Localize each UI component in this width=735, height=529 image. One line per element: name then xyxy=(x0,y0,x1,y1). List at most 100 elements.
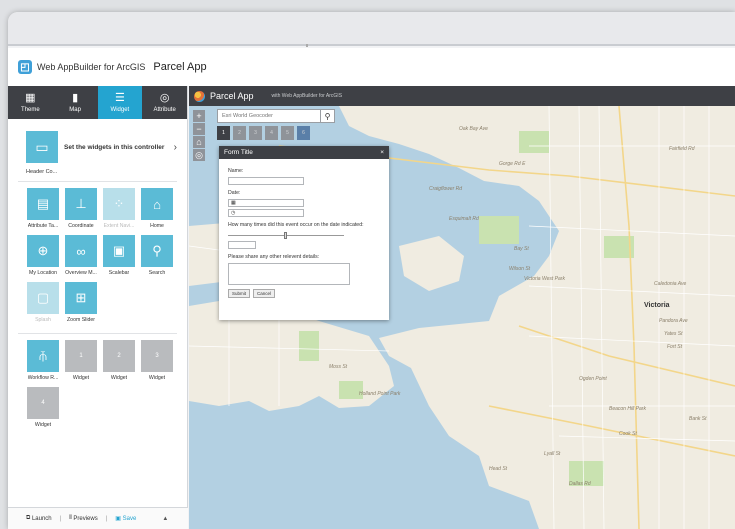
search-button[interactable]: ⚲ xyxy=(320,110,334,122)
placeholder-tab[interactable]: 1 xyxy=(217,126,230,140)
time-field[interactable]: ◷ xyxy=(228,209,304,217)
name-field[interactable] xyxy=(228,177,304,185)
zoom-slider-icon: ⊞ xyxy=(65,282,97,314)
form-header: Form Title × xyxy=(219,146,389,159)
submit-button[interactable]: Submit xyxy=(228,289,251,298)
clock-icon: ◷ xyxy=(231,210,236,216)
tab-widget[interactable]: ☰ Widget xyxy=(97,86,143,119)
map-label: Gorge Rd E xyxy=(499,161,526,167)
widget-workflow[interactable]: ⫚ Workflow R... xyxy=(24,340,62,385)
divider: | xyxy=(105,515,108,522)
launch-button[interactable]: ⧉ Launch xyxy=(26,515,52,522)
app-name: Parcel App xyxy=(153,61,207,73)
map-view[interactable]: + − ⌂ ◎ ⚲ 1 2 3 4 5 6 Oak Bay Ave Gorge … xyxy=(189,106,735,529)
map-label: Caledonia Ave xyxy=(654,281,687,287)
details-textarea[interactable] xyxy=(228,263,350,285)
theme-icon: ▦ xyxy=(25,92,36,104)
zoom-in-button[interactable]: + xyxy=(193,110,205,122)
placeholder-tab[interactable]: 6 xyxy=(297,126,310,140)
placeholder-tab[interactable]: 2 xyxy=(233,126,246,140)
details-label: Please share any other relevent details: xyxy=(228,254,320,260)
count-value-field[interactable] xyxy=(228,241,256,249)
divider: | xyxy=(59,515,62,522)
splash-icon: ▢ xyxy=(27,282,59,314)
calendar-icon: ▦ xyxy=(231,200,236,206)
builder-title: Web AppBuilder for ArcGIS xyxy=(37,62,146,72)
browser-top xyxy=(8,12,735,47)
widget-scalebar[interactable]: ▣ Scalebar xyxy=(100,235,138,280)
binoculars-icon: ∞ xyxy=(65,235,97,267)
map-label: Ogden Point xyxy=(579,376,607,382)
count-slider[interactable] xyxy=(228,231,380,239)
builder-header: ◰ Web AppBuilder for ArcGIS Parcel App xyxy=(8,48,735,86)
geocoder-search: ⚲ xyxy=(217,109,335,123)
app-title: Parcel App xyxy=(210,91,254,101)
widget-search[interactable]: ⚲ Search xyxy=(138,235,176,280)
tab-theme[interactable]: ▦ Theme xyxy=(8,86,53,119)
zoom-out-button[interactable]: − xyxy=(193,123,205,135)
caret-up-icon[interactable]: ▲ xyxy=(162,516,168,522)
map-label: Victoria West Park xyxy=(524,276,565,282)
workflow-icon: ⫚ xyxy=(27,340,59,372)
tab-map[interactable]: ▮ Map xyxy=(52,86,98,119)
divider xyxy=(18,333,177,334)
map-label: Yates St xyxy=(664,331,683,337)
tab-attribute[interactable]: ◎ Attribute xyxy=(142,86,187,119)
app-title-bar: Parcel App with Web AppBuilder for ArcGI… xyxy=(189,86,735,106)
search-input[interactable] xyxy=(218,110,320,122)
my-location-button[interactable]: ◎ xyxy=(193,149,205,161)
save-icon: ▣ xyxy=(115,516,123,522)
chevron-right-icon[interactable]: › xyxy=(174,142,177,153)
placeholder-tab[interactable]: 5 xyxy=(281,126,294,140)
map-label: Beacon Hill Park xyxy=(609,406,646,412)
placeholder-widget-1[interactable]: 1 Widget xyxy=(62,340,100,385)
map-label: Wilson St xyxy=(509,266,531,272)
city-label: Victoria xyxy=(644,302,670,309)
map-label: Bay St xyxy=(514,246,529,252)
date-field[interactable]: ▦ xyxy=(228,199,304,207)
widget-extent-navigate[interactable]: ⁘ Extent Navi... xyxy=(100,188,138,233)
save-button[interactable]: ▣ Save xyxy=(115,515,136,523)
close-icon[interactable]: × xyxy=(380,149,384,156)
home-button[interactable]: ⌂ xyxy=(193,136,205,148)
slider-handle[interactable] xyxy=(284,232,287,239)
builder-tabs: ▦ Theme ▮ Map ☰ Widget ◎ Attribute xyxy=(8,86,187,119)
placeholder-grid: ⫚ Workflow R... 1 Widget 2 Widget 3 Widget 4… xyxy=(8,340,187,432)
extent-icon: ⁘ xyxy=(103,188,135,220)
map-label: Bank St xyxy=(689,416,707,422)
widget-grid: ▤ Attribute Ta... ⊥ Coordinate ⁘ Extent Nav… xyxy=(8,188,187,327)
map-label: Oak Bay Ave xyxy=(459,126,488,132)
placeholder-widget-bar: 1 2 3 4 5 6 xyxy=(217,126,313,140)
map-label: Dallas Rd xyxy=(569,481,591,487)
header-controller-icon[interactable]: ▭ xyxy=(26,131,58,163)
placeholder-tab[interactable]: 4 xyxy=(265,126,278,140)
map-zoom-controls: + − ⌂ ◎ xyxy=(193,110,205,162)
coordinate-icon: ⊥ xyxy=(65,188,97,220)
widget-icon: ☰ xyxy=(114,92,125,104)
app-logo-icon xyxy=(194,90,205,102)
previews-button[interactable]: ⫴ Previews xyxy=(69,515,98,522)
header-controller-row[interactable]: ▭ Set the widgets in this controller › xyxy=(8,119,187,167)
placeholder-widget-4[interactable]: 4 Widget xyxy=(24,387,62,432)
widget-attribute-table[interactable]: ▤ Attribute Ta... xyxy=(24,188,62,233)
divider xyxy=(18,181,177,182)
map-label: Craigflower Rd xyxy=(429,186,463,192)
placeholder-widget-2[interactable]: 2 Widget xyxy=(100,340,138,385)
widget-my-location[interactable]: ⊕ My Location xyxy=(24,235,62,280)
cancel-button[interactable]: Cancel xyxy=(253,289,276,298)
search-icon: ⚲ xyxy=(141,235,173,267)
date-label: Date: xyxy=(228,190,241,196)
table-icon: ▤ xyxy=(27,188,59,220)
widget-overview-map[interactable]: ∞ Overview M... xyxy=(62,235,100,280)
map-label: Cook St xyxy=(619,431,637,437)
widget-zoom-slider[interactable]: ⊞ Zoom Slider xyxy=(62,282,100,327)
widget-coordinate[interactable]: ⊥ Coordinate xyxy=(62,188,100,233)
map-label: Fort St xyxy=(667,344,683,350)
map-label: Head St xyxy=(489,466,508,472)
attribute-icon: ◎ xyxy=(159,92,170,104)
widget-splash[interactable]: ▢ Splash xyxy=(24,282,62,327)
placeholder-widget-3[interactable]: 3 Widget xyxy=(138,340,176,385)
widget-home[interactable]: ⌂ Home xyxy=(138,188,176,233)
map-icon: ▮ xyxy=(72,92,79,104)
placeholder-tab[interactable]: 3 xyxy=(249,126,262,140)
